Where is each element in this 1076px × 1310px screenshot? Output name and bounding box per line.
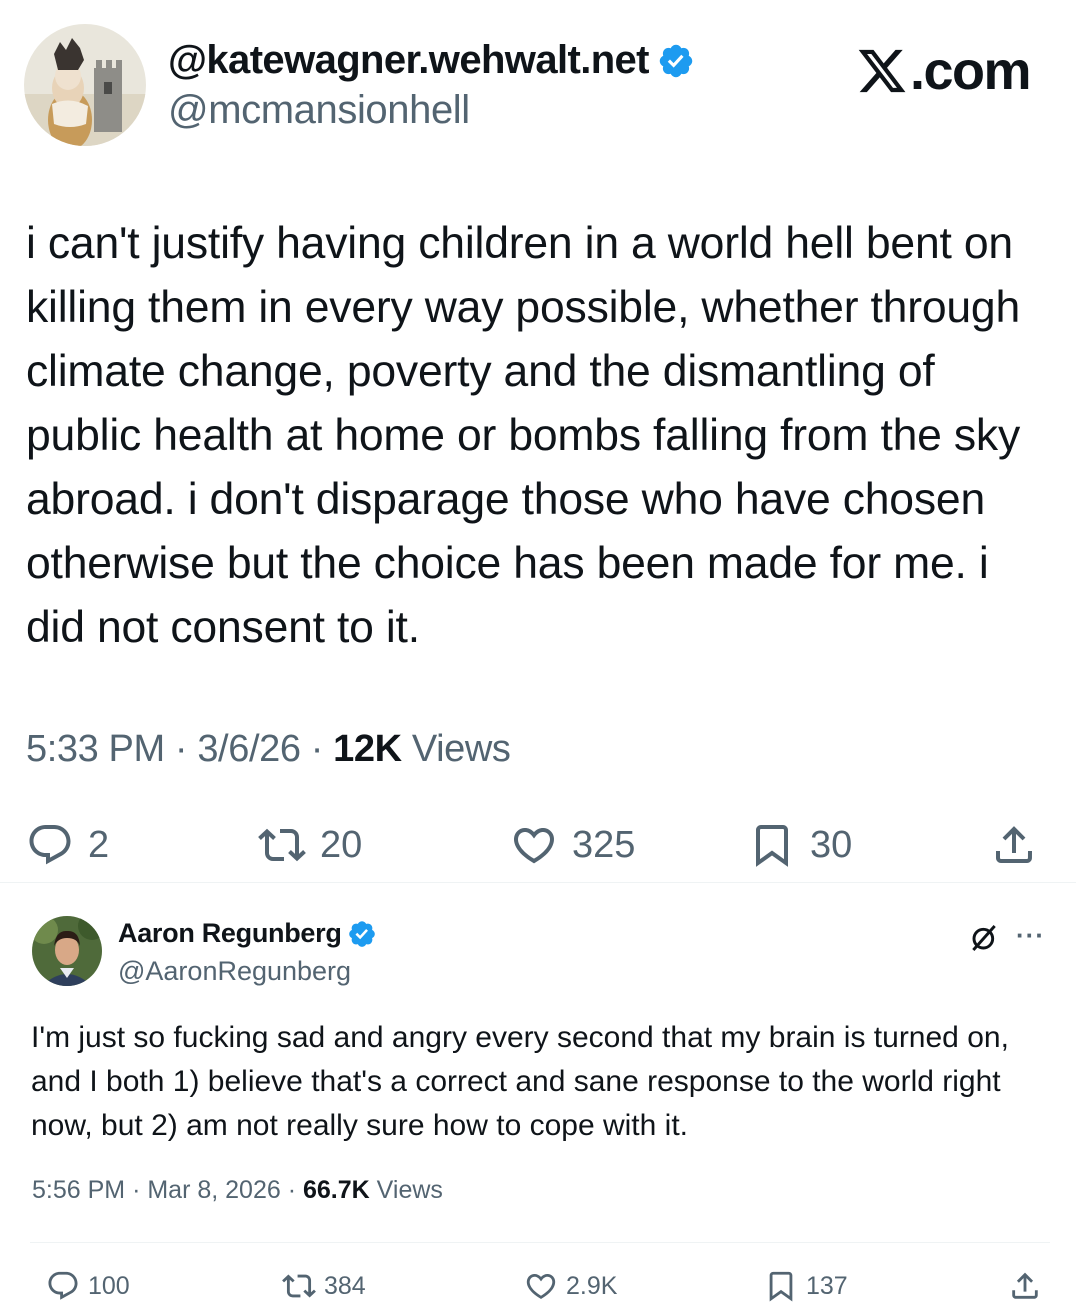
- author-handle[interactable]: @mcmansionhell: [168, 88, 470, 133]
- tweet-card-quoted: Aaron Regunberg @AaronRegunberg ··· I'm …: [0, 884, 1076, 1310]
- x-logo-icon: [858, 49, 906, 93]
- views-count: 12K: [333, 728, 402, 770]
- heart-icon: [526, 1273, 556, 1299]
- tweet-separator: [0, 882, 1076, 883]
- bookmark-count: 30: [810, 823, 853, 866]
- heart-icon: [513, 828, 555, 864]
- repost-icon: [282, 1274, 316, 1298]
- verified-badge-icon: [348, 920, 375, 947]
- reply-count: 100: [88, 1271, 130, 1300]
- bookmark-button[interactable]: 137: [764, 1264, 848, 1308]
- views-label: Views: [376, 1176, 443, 1204]
- meta-separator: ·: [310, 728, 334, 770]
- views-count: 66.7K: [303, 1176, 370, 1204]
- share-icon: [1012, 1272, 1038, 1299]
- reply-button[interactable]: 100: [46, 1264, 130, 1308]
- more-options-button[interactable]: ···: [1016, 920, 1045, 951]
- action-bar: 100 384 2.9K 137: [0, 1264, 1076, 1308]
- tweet-text: i can't justify having children in a wor…: [26, 219, 1021, 652]
- like-count: 2.9K: [566, 1271, 618, 1300]
- meta-separator: ·: [132, 1176, 148, 1204]
- repost-icon: [258, 828, 306, 862]
- meta-separator: ·: [174, 728, 198, 770]
- like-button[interactable]: 325: [510, 815, 635, 875]
- author-name-row: @katewagner.wehwalt.net: [168, 38, 695, 83]
- tweet-time[interactable]: 5:33 PM: [26, 728, 165, 770]
- action-divider: [30, 1242, 1050, 1243]
- like-count: 325: [572, 823, 636, 866]
- reply-icon: [29, 825, 71, 865]
- tweet-metadata: 5:33 PM · 3/6/26 · 12K Views: [26, 728, 511, 771]
- brand-domain: .com: [909, 41, 1032, 101]
- avatar[interactable]: [24, 24, 146, 146]
- reply-icon: [48, 1271, 78, 1300]
- action-bar: 2 20 325 30: [0, 815, 1076, 875]
- bookmark-count: 137: [806, 1271, 848, 1300]
- tweet-date[interactable]: Mar 8, 2026: [147, 1176, 280, 1204]
- bookmark-icon: [756, 825, 788, 867]
- tweet-metadata: 5:56 PM · Mar 8, 2026 · 66.7K Views: [32, 1176, 443, 1205]
- author-display-name[interactable]: @katewagner.wehwalt.net: [168, 38, 650, 83]
- verified-badge-icon: [659, 44, 693, 77]
- share-icon: [996, 826, 1032, 863]
- meta-separator: ·: [287, 1176, 303, 1204]
- repost-count: 20: [320, 823, 363, 866]
- tweet-time[interactable]: 5:56 PM: [32, 1176, 125, 1204]
- brand-label: .com: [856, 40, 1032, 102]
- repost-count: 384: [324, 1271, 366, 1300]
- author-display-name[interactable]: Aaron Regunberg: [118, 918, 342, 949]
- views-label: Views: [411, 728, 511, 770]
- avatar[interactable]: [32, 916, 102, 986]
- tweet-card-primary: @katewagner.wehwalt.net @mcmansionhell .…: [0, 0, 1076, 882]
- repost-button[interactable]: 384: [282, 1264, 366, 1308]
- repost-button[interactable]: 20: [258, 815, 362, 875]
- share-button[interactable]: [990, 815, 1038, 875]
- bookmark-button[interactable]: 30: [748, 815, 852, 875]
- grok-icon[interactable]: [968, 922, 1000, 954]
- author-handle[interactable]: @AaronRegunberg: [118, 956, 351, 987]
- bookmark-icon: [769, 1271, 793, 1302]
- share-button[interactable]: [1008, 1264, 1042, 1308]
- tweet-text: I'm just so fucking sad and angry every …: [31, 1021, 1009, 1142]
- tweet-date[interactable]: 3/6/26: [197, 728, 301, 770]
- reply-count: 2: [88, 823, 110, 866]
- author-name-row: Aaron Regunberg: [118, 918, 377, 949]
- reply-button[interactable]: 2: [26, 815, 109, 875]
- like-button[interactable]: 2.9K: [524, 1264, 617, 1308]
